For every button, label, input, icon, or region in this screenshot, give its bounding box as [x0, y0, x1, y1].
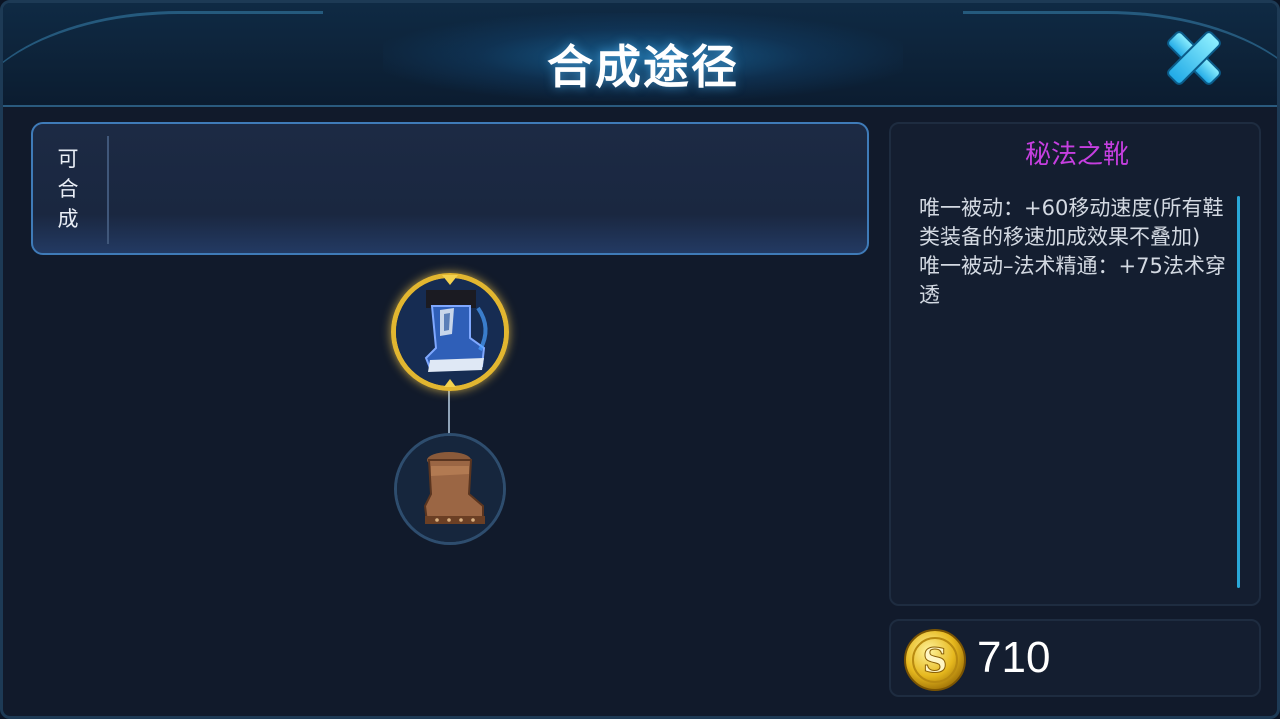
close-button[interactable] [1161, 25, 1227, 91]
header-bar: 合成途径 [3, 3, 1277, 107]
close-icon [1167, 31, 1221, 85]
item-description: 唯一被动：+60移动速度(所有鞋类装备的移速加成效果不叠加) 唯一被动–法术精通… [919, 196, 1226, 307]
price-panel: S 710 [889, 619, 1261, 697]
item-arcane-boots[interactable] [391, 273, 509, 391]
craftable-divider [107, 136, 109, 244]
craftable-label: 可合成 [57, 147, 79, 231]
page-title: 合成途径 [547, 40, 739, 94]
craftable-items-panel: 可合成 [31, 122, 869, 255]
gold-coin-icon: S [904, 629, 966, 691]
item-detail-panel: 秘法之靴 唯一被动：+60移动速度(所有鞋类装备的移速加成效果不叠加) 唯一被动… [889, 122, 1261, 606]
item-boots[interactable] [394, 433, 506, 545]
selected-marker-bottom [444, 379, 456, 387]
recipe-connector-line [448, 386, 450, 436]
selected-marker-top [442, 275, 458, 285]
synthesis-window: 合成途径 可合成 秘法之靴 唯一被动：+60移动速度(所有鞋类装备的移速加成效果… [0, 0, 1280, 719]
boots-icon [397, 436, 503, 542]
item-price: 710 [977, 633, 1051, 682]
description-scrollbar[interactable] [1237, 196, 1240, 588]
arcane-boots-icon [396, 278, 504, 386]
svg-text:S: S [923, 641, 948, 681]
item-name: 秘法之靴 [1024, 140, 1129, 170]
